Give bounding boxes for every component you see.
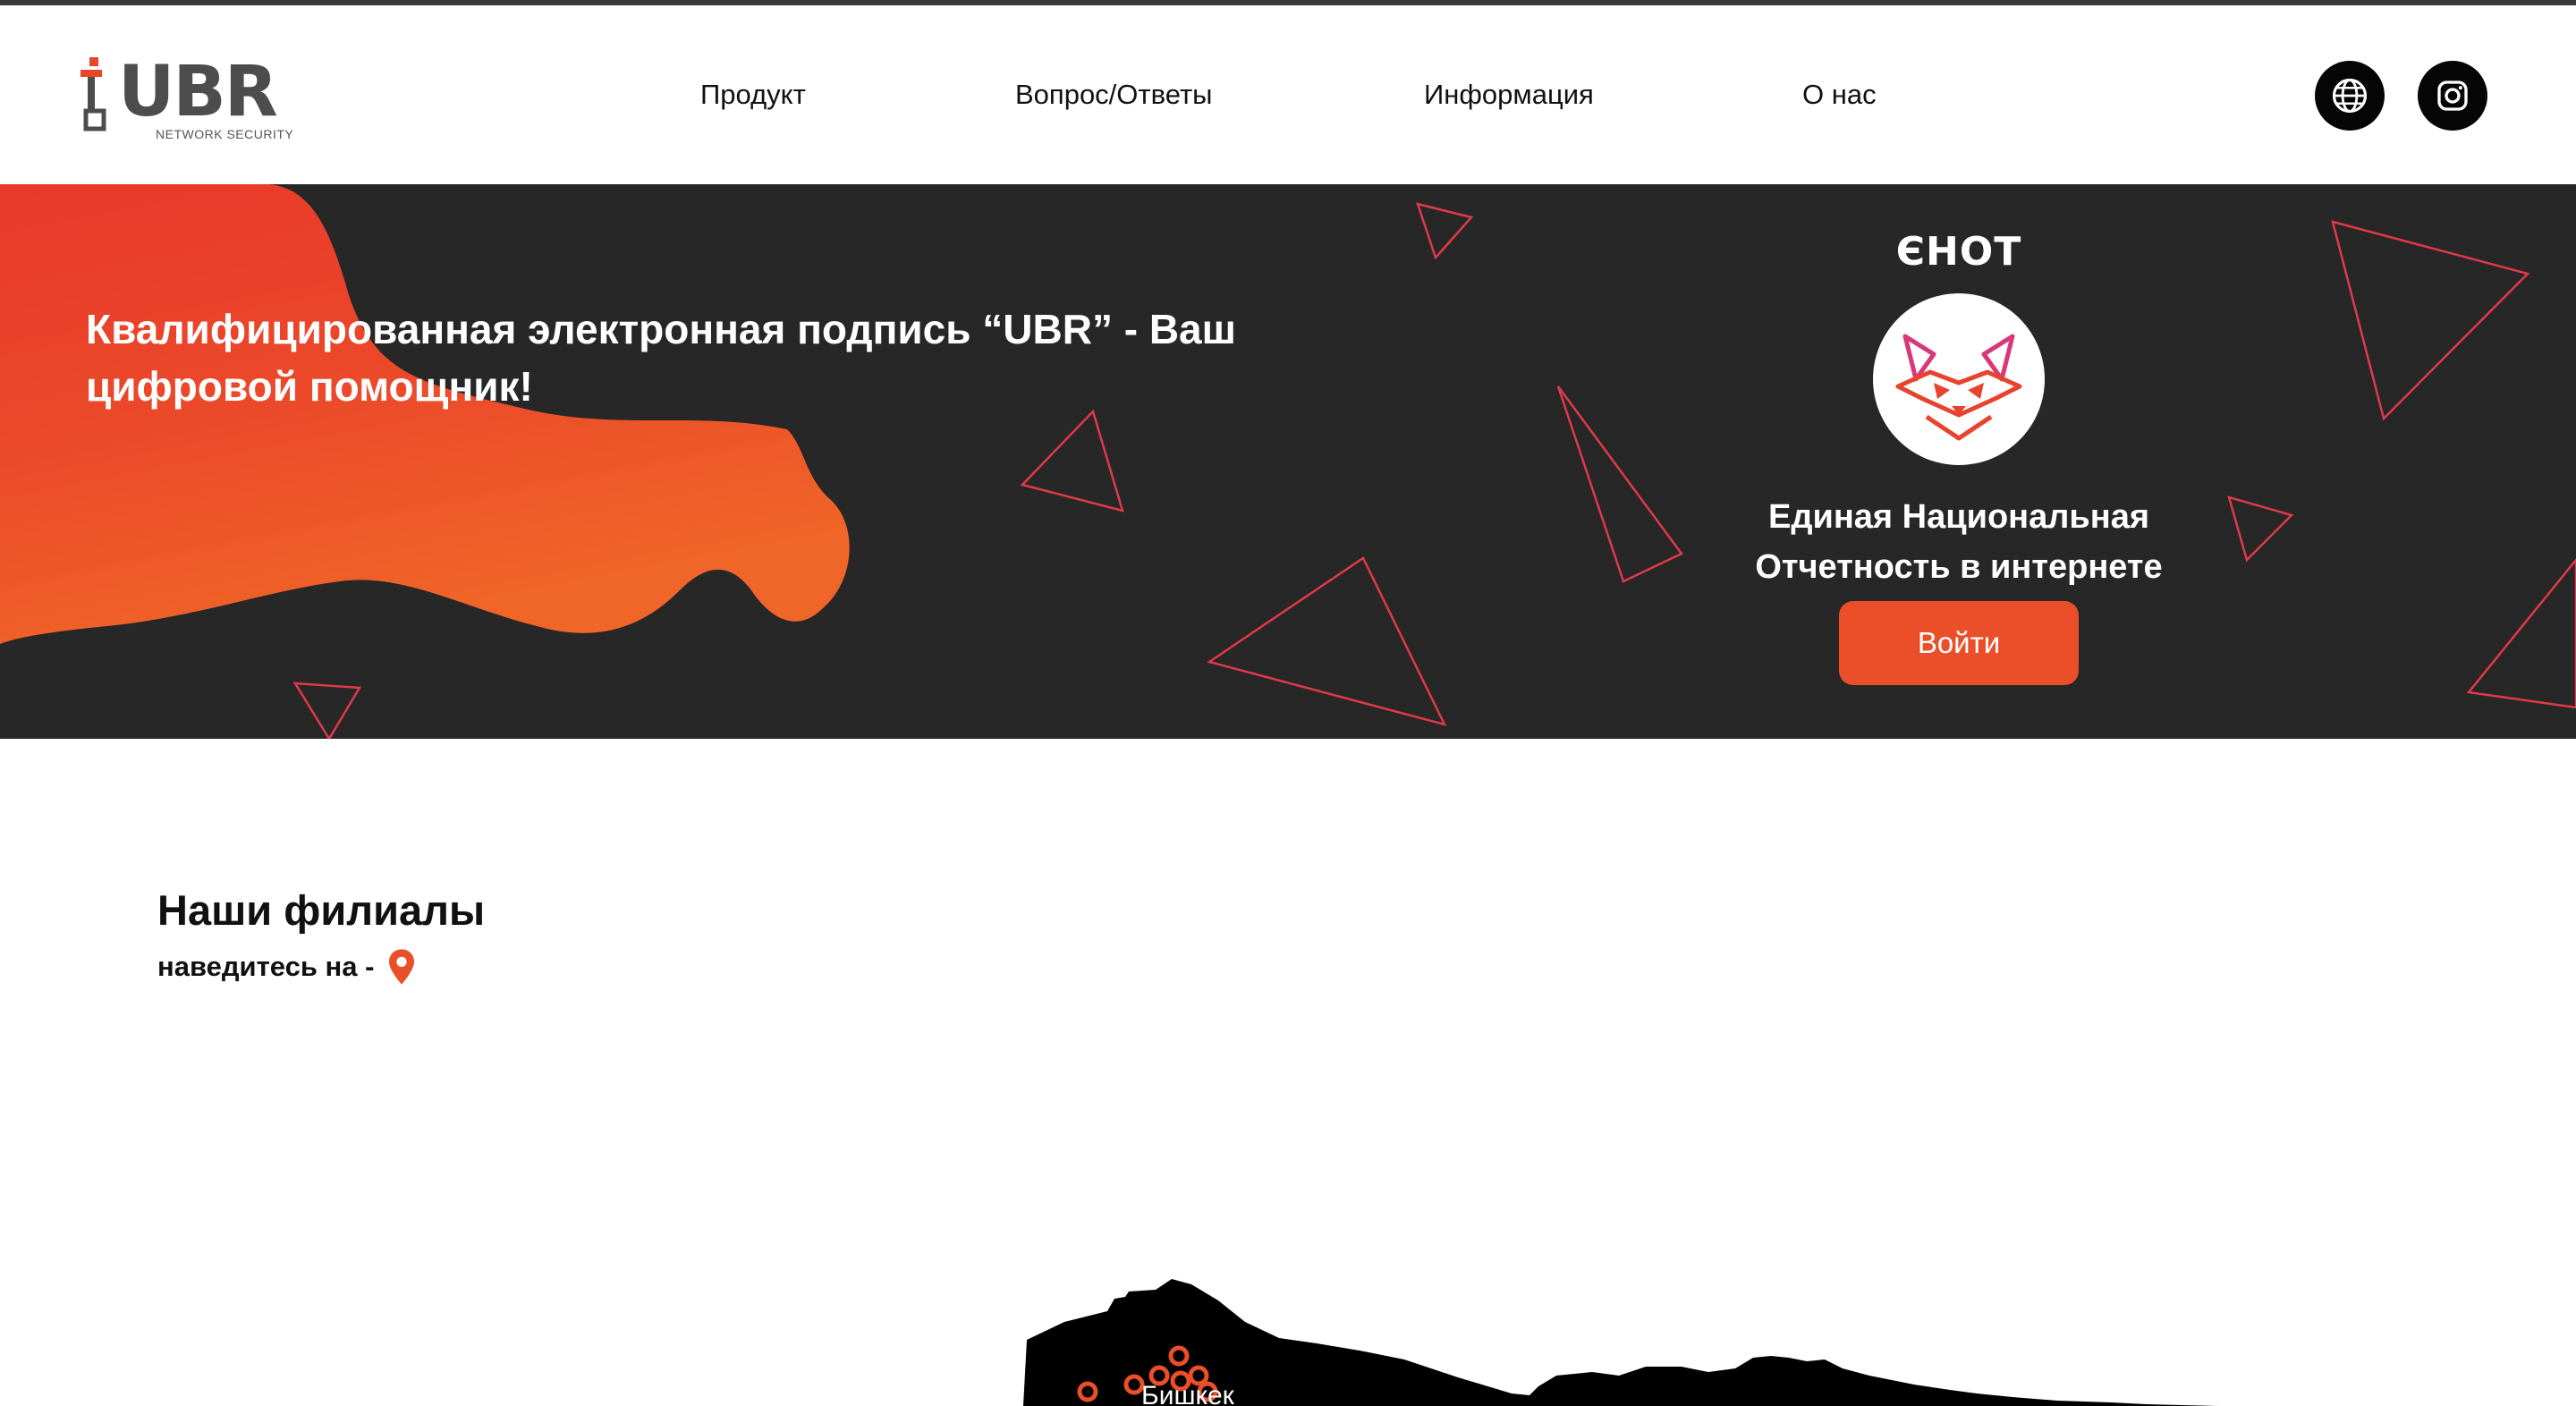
- branches-hint-text: наведитесь на -: [157, 951, 375, 982]
- enot-caption: Единая Национальная Отчетность в интерне…: [1726, 492, 2191, 592]
- nav-information[interactable]: Информация: [1424, 79, 1594, 111]
- hero-banner: Квалифицированная электронная подпись “U…: [0, 184, 2576, 739]
- branches-title: Наши филиалы: [157, 886, 486, 934]
- nav-product[interactable]: Продукт: [700, 79, 806, 111]
- enot-caption-line2: Отчетность в интернете: [1755, 548, 2163, 586]
- raccoon-logo: [1873, 293, 2045, 465]
- instagram-button[interactable]: [2418, 61, 2487, 131]
- hero-title: Квалифицированная электронная подпись “U…: [86, 306, 1236, 410]
- map-city-label: Бишкек: [1141, 1381, 1235, 1406]
- location-pin-icon: [389, 949, 415, 985]
- raccoon-icon: [1895, 334, 2022, 441]
- language-button[interactable]: [2315, 61, 2385, 131]
- site-header: UBR NETWORK SECURITY Продукт Вопрос/Отве…: [0, 5, 2576, 184]
- enot-partner-card: ЄHOT Единая Национальная Отчетность в ин…: [1726, 229, 2191, 685]
- instagram-icon: [2437, 80, 2468, 111]
- nav-about[interactable]: О нас: [1802, 79, 1877, 111]
- branches-hint: наведитесь на -: [157, 948, 417, 986]
- enot-logo: ЄHOT: [1895, 229, 2022, 275]
- logo-subtitle: NETWORK SECURITY: [156, 127, 294, 141]
- nav-faq[interactable]: Вопрос/Ответы: [1015, 79, 1212, 111]
- enot-caption-line1: Единая Национальная: [1768, 498, 2149, 536]
- branches-map[interactable]: Бишкек: [984, 1270, 2218, 1406]
- globe-icon: [2332, 78, 2368, 114]
- main-nav: Продукт Вопрос/Ответы Информация О нас: [0, 79, 2576, 123]
- login-button[interactable]: Войти: [1839, 601, 2079, 685]
